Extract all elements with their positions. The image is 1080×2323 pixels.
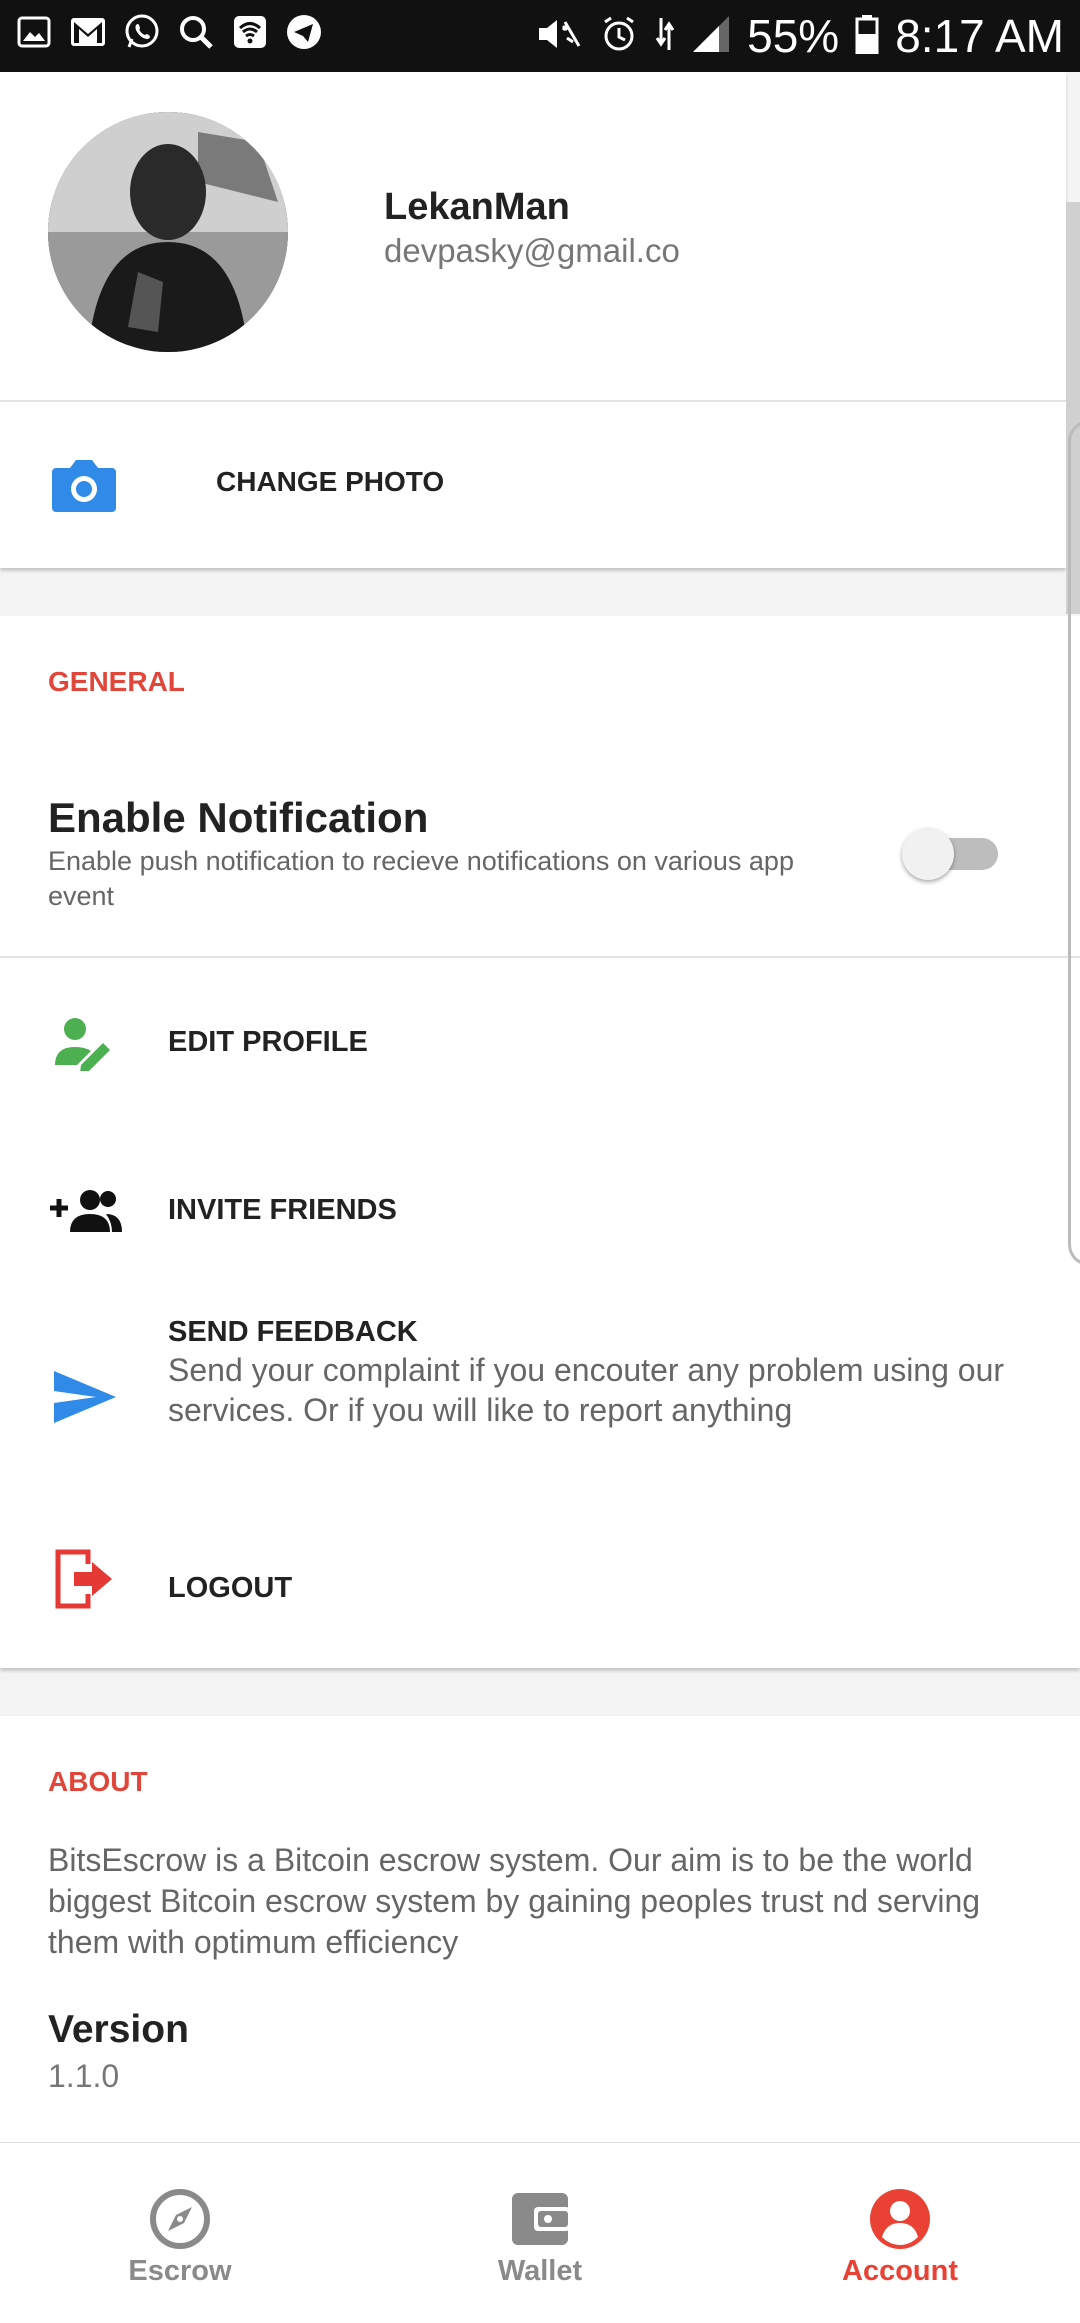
search-icon [176,12,216,52]
nav-escrow[interactable]: Escrow [0,2143,360,2323]
mute-icon [533,14,583,59]
change-photo-label: CHANGE PHOTO [216,466,445,497]
logout-label: LOGOUT [168,1572,293,1604]
general-section-header: GENERAL [48,666,185,697]
camera-icon [52,456,116,514]
notification-toggle[interactable] [902,828,998,880]
wallet-icon [508,2187,572,2251]
status-bar: 55% 8:17 AM [0,0,1080,72]
battery-icon [855,14,879,59]
logout-button[interactable]: LOGOUT [0,1504,1080,1668]
nav-account-label: Account [842,2255,958,2287]
send-icon [44,1362,126,1432]
change-photo-button[interactable]: CHANGE PHOTO [0,402,1066,568]
about-section-header: ABOUT [48,1766,148,1797]
version-value: 1.1.0 [48,2058,120,2094]
nav-wallet[interactable]: Wallet [360,2143,720,2323]
version-title: Version [48,2008,189,2051]
bottom-navigation: Escrow Wallet Account [0,2142,1080,2323]
alarm-icon [599,14,639,59]
gallery-icon [14,12,54,52]
nav-account[interactable]: Account [720,2143,1080,2323]
nav-wallet-label: Wallet [497,2255,583,2287]
avatar-photo [48,112,288,352]
avatar[interactable] [48,112,288,352]
nav-escrow-label: Escrow [128,2255,232,2287]
edit-profile-icon [44,1008,126,1078]
invite-friends-icon [44,1176,126,1246]
whatsapp-icon [122,12,162,52]
profile-email: devpasky@gmail.co [384,232,680,269]
edit-profile-button[interactable]: EDIT PROFILE [0,958,1080,1126]
edit-profile-label: EDIT PROFILE [168,1026,368,1058]
status-bar-notification-icons [14,12,324,52]
compass-icon [148,2187,212,2251]
clock: 8:17 AM [895,10,1064,62]
data-transfer-icon [655,14,675,59]
invite-friends-label: INVITE FRIENDS [168,1194,397,1226]
send-feedback-label: SEND FEEDBACK [168,1316,418,1348]
about-text: BitsEscrow is a Bitcoin escrow system. O… [48,1842,981,1960]
invite-friends-button[interactable]: INVITE FRIENDS [0,1126,1080,1294]
profile-name: LekanMan [384,186,570,228]
toggle-thumb [902,828,954,880]
battery-percent: 55% [747,10,840,62]
general-card: GENERAL Enable Notification Enable push … [0,616,1080,1668]
account-icon [868,2187,932,2251]
signal-icon [691,14,731,59]
notification-description: Enable push notification to recieve noti… [48,846,794,911]
send-feedback-description: Send your complaint if you encouter any … [168,1352,1005,1428]
screen-curved-edge [1068,420,1080,1266]
telegram-icon [284,12,324,52]
profile-card: LekanMan devpasky@gmail.co CHANGE PHOTO [0,72,1066,568]
status-bar-system-icons: 55% 8:17 AM [533,4,1064,68]
wifi-calling-icon [230,12,270,52]
about-card: ABOUT BitsEscrow is a Bitcoin escrow sys… [0,1716,1080,2142]
send-feedback-button[interactable]: SEND FEEDBACK Send your complaint if you… [0,1294,1080,1504]
logout-icon [44,1544,126,1614]
gmail-icon [68,12,108,52]
notification-title: Enable Notification [48,794,429,841]
